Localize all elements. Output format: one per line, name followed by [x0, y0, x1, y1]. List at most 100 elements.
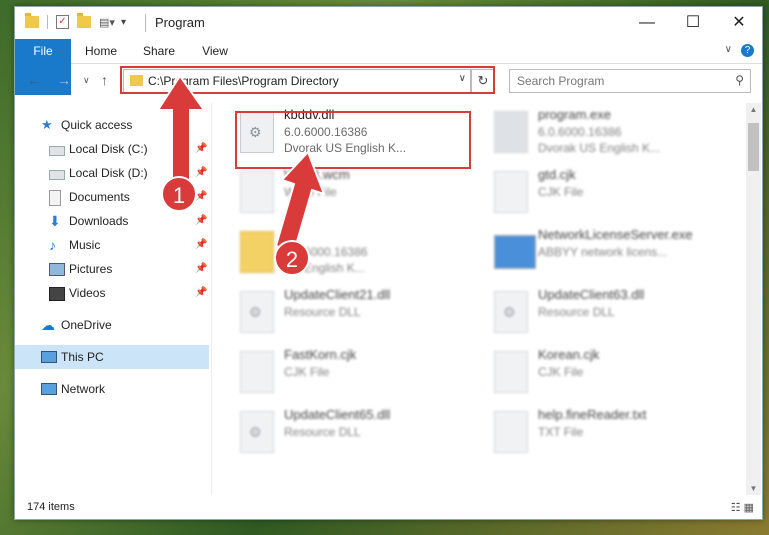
file-name: NetworkLicenseServer.exe: [538, 227, 693, 242]
gear-icon: ⚙: [503, 304, 516, 320]
pin-icon[interactable]: 📌: [195, 257, 207, 281]
download-icon: ⬇: [49, 213, 61, 229]
quick-access-toolbar: ✓ ▤▾ ▾: [25, 13, 126, 29]
exe-file-icon: [494, 111, 528, 153]
drive-icon: [49, 170, 65, 180]
vertical-scrollbar[interactable]: ▲ ▼: [746, 103, 761, 495]
sidebar-item-label: Music: [69, 238, 101, 252]
file-item[interactable]: help.fineReader.txt TXT File: [488, 403, 728, 459]
file-type: TXT File: [538, 425, 584, 439]
file-item[interactable]: NetworkLicenseServer.exe ABBYY network l…: [488, 223, 728, 279]
title-separator: [145, 14, 146, 32]
search-box[interactable]: Search Program ⚲: [509, 69, 751, 93]
window-title: Program: [155, 15, 205, 30]
minimize-button[interactable]: —: [624, 7, 670, 39]
star-icon: ★: [41, 117, 53, 132]
close-button[interactable]: ✕: [716, 7, 762, 39]
up-button[interactable]: ↑: [101, 72, 108, 88]
sidebar-item-label: Quick access: [61, 118, 133, 132]
scroll-down-icon[interactable]: ▼: [746, 484, 761, 493]
arrow-shape: [156, 74, 206, 193]
properties-icon[interactable]: ✓: [56, 15, 69, 29]
sidebar-item-label: Local Disk (C:): [69, 142, 148, 156]
dll-file-icon: ⚙: [494, 291, 528, 333]
file-type: CJK File: [284, 365, 330, 379]
file-type: Resource DLL: [284, 305, 361, 319]
file-icon: [494, 171, 528, 213]
sidebar-item-network[interactable]: Network: [15, 377, 209, 401]
file-icon: [494, 351, 528, 393]
file-icon: [494, 411, 528, 453]
navigation-bar: ← → ∨ ↑ C:\Program Files\Program Directo…: [15, 64, 762, 96]
tab-share[interactable]: Share: [137, 39, 181, 63]
pictures-icon: [49, 263, 65, 276]
tab-view[interactable]: View: [195, 39, 235, 63]
network-icon: [41, 383, 57, 395]
sidebar-item-music[interactable]: ♪ Music 📌: [15, 233, 209, 257]
explorer-window: ✓ ▤▾ ▾ Program — ☐ ✕ File Home Share Vie…: [14, 6, 763, 520]
maximize-button[interactable]: ☐: [670, 7, 716, 39]
scroll-up-icon[interactable]: ▲: [746, 105, 761, 114]
exe-file-icon: [494, 235, 536, 269]
step-1-badge: 1: [161, 176, 197, 212]
computer-icon: [41, 351, 57, 363]
videos-icon: [49, 287, 65, 301]
pin-icon[interactable]: 📌: [195, 233, 207, 257]
file-item[interactable]: gtd.cjk CJK File: [488, 163, 728, 219]
scroll-thumb[interactable]: [748, 123, 759, 171]
file-item[interactable]: Korean.cjk CJK File: [488, 343, 728, 399]
sidebar-item-label: Local Disk (D:): [69, 166, 148, 180]
search-icon[interactable]: ⚲: [735, 73, 744, 87]
sidebar-item-label: OneDrive: [61, 318, 112, 332]
file-type: CJK File: [538, 365, 584, 379]
recent-locations-icon[interactable]: ∨: [83, 75, 90, 86]
customize-qa-icon[interactable]: ▤▾: [99, 16, 115, 29]
sidebar-item-label: Downloads: [69, 214, 129, 228]
file-item[interactable]: FastKorn.cjk CJK File: [234, 343, 474, 399]
item-count: 174 items: [27, 501, 75, 513]
documents-icon: [49, 190, 61, 206]
file-name: FastKorn.cjk: [284, 347, 357, 362]
file-name: UpdateClient65.dll: [284, 407, 391, 422]
sidebar-item-onedrive[interactable]: ☁ OneDrive: [15, 313, 209, 337]
qa-divider: [47, 15, 48, 29]
new-folder-icon[interactable]: [77, 13, 91, 28]
dll-file-icon: ⚙: [240, 411, 274, 453]
pin-icon[interactable]: 📌: [195, 281, 207, 305]
gear-icon: ⚙: [249, 424, 262, 440]
dll-file-icon: ⚙: [240, 291, 274, 333]
tab-home[interactable]: Home: [79, 39, 123, 63]
view-toggle-icons[interactable]: ☷ ▦: [731, 501, 754, 514]
file-name: UpdateClient63.dll: [538, 287, 645, 302]
file-item[interactable]: ⚙ UpdateClient21.dll Resource DLL: [234, 283, 474, 339]
sidebar-item-videos[interactable]: Videos 📌: [15, 281, 209, 305]
file-type: CJK File: [538, 185, 584, 199]
sidebar-item-label: Videos: [69, 286, 106, 300]
sidebar-item-label: Documents: [69, 190, 130, 204]
file-name: help.fineReader.txt: [538, 407, 647, 422]
file-icon: [240, 351, 274, 393]
music-icon: ♪: [49, 237, 56, 253]
title-bar: ✓ ▤▾ ▾ Program — ☐ ✕: [15, 7, 762, 39]
sidebar-item-label: This PC: [61, 350, 104, 364]
expand-ribbon-icon[interactable]: ∨: [725, 44, 732, 55]
cloud-icon: ☁: [41, 317, 55, 333]
pin-icon[interactable]: 📌: [195, 209, 207, 233]
sidebar-item-pictures[interactable]: Pictures 📌: [15, 257, 209, 281]
sidebar-item-downloads[interactable]: ⬇ Downloads 📌: [15, 209, 209, 233]
help-icon[interactable]: ?: [741, 44, 754, 57]
file-version: 6.0.6000.16386: [538, 125, 622, 139]
qa-dropdown-icon[interactable]: ▾: [121, 17, 126, 28]
ribbon: File Home Share View ∨ ?: [15, 39, 762, 95]
file-item[interactable]: ⚙ UpdateClient63.dll Resource DLL: [488, 283, 728, 339]
file-item[interactable]: ⚙ UpdateClient65.dll Resource DLL: [234, 403, 474, 459]
file-name: program.exe: [538, 107, 611, 122]
file-name: UpdateClient21.dll: [284, 287, 391, 302]
back-button[interactable]: ←: [27, 72, 41, 88]
sidebar-item-this-pc[interactable]: This PC: [15, 345, 209, 369]
file-item[interactable]: program.exe 6.0.6000.16386 Dvorak US Eng…: [488, 103, 728, 159]
forward-button[interactable]: →: [57, 72, 71, 88]
search-input[interactable]: Search Program: [517, 74, 604, 88]
file-type: Resource DLL: [538, 305, 615, 319]
sidebar-item-label: Pictures: [69, 262, 113, 276]
